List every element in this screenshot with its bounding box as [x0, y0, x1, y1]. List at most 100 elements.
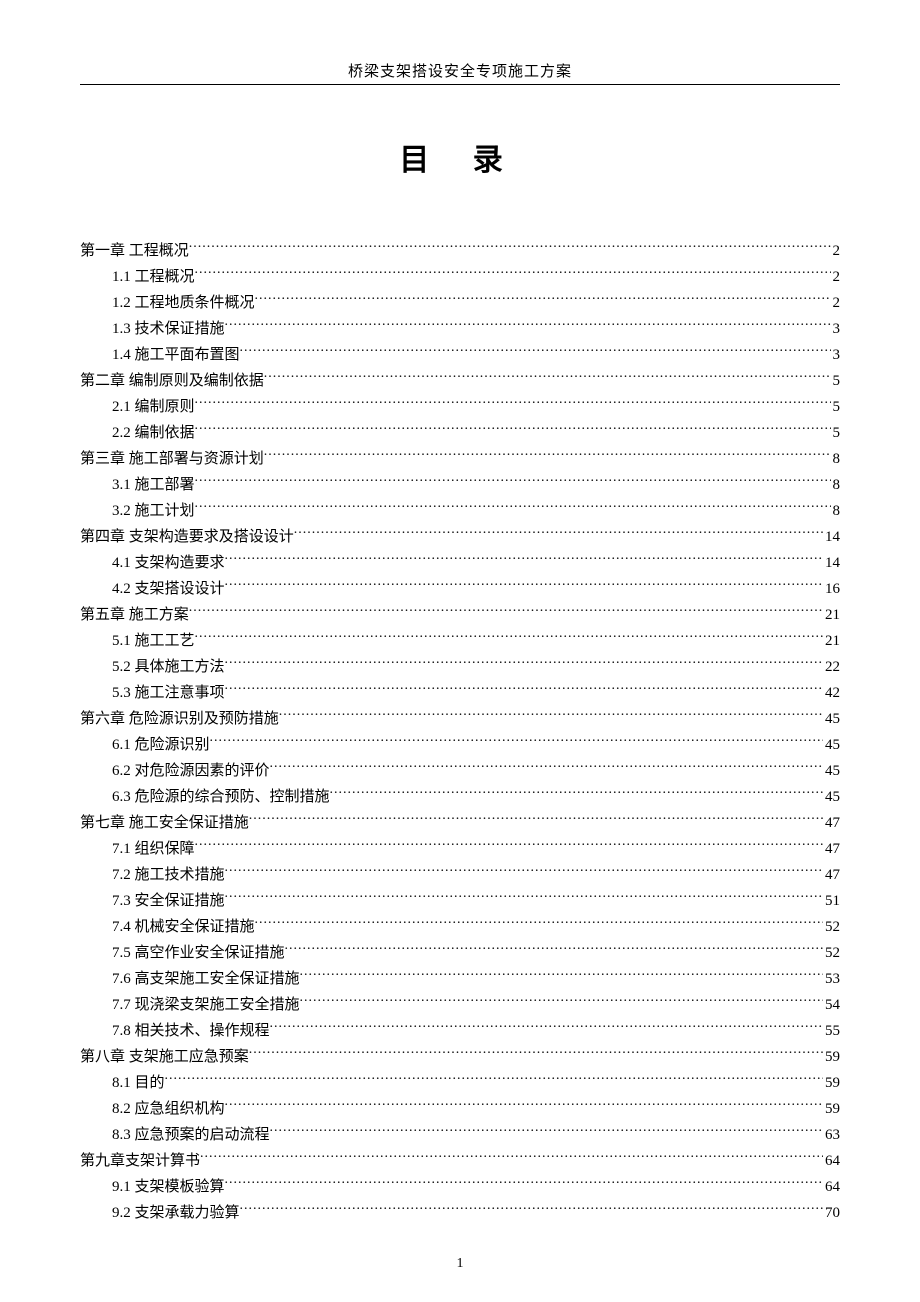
toc-entry-page: 5	[831, 369, 841, 393]
toc-entry: 8.2 应急组织机构 59	[80, 1097, 840, 1121]
toc-entry-label: 第九章支架计算书	[80, 1149, 200, 1173]
document-header: 桥梁支架搭设安全专项施工方案	[80, 60, 840, 85]
toc-entry: 1.4 施工平面布置图3	[80, 343, 840, 367]
toc-entry-label: 1.2 工程地质条件概况	[112, 291, 255, 315]
toc-entry-page: 59	[823, 1097, 840, 1121]
toc-entry-page: 55	[823, 1019, 840, 1043]
toc-entry-page: 45	[823, 733, 840, 757]
toc-entry: 9.1 支架模板验算64	[80, 1175, 840, 1199]
toc-leader-dots	[225, 656, 823, 671]
toc-entry-label: 9.1 支架模板验算	[112, 1175, 225, 1199]
toc-entry-page: 3	[831, 317, 841, 341]
table-of-contents: 第一章 工程概况21.1 工程概况21.2 工程地质条件概况21.3 技术保证措…	[80, 239, 840, 1225]
toc-entry-page: 42	[823, 681, 840, 705]
toc-leader-dots	[195, 838, 823, 853]
toc-leader-dots	[330, 786, 823, 801]
toc-entry: 2.1 编制原则5	[80, 395, 840, 419]
toc-leader-dots	[225, 578, 823, 593]
toc-entry-page: 8	[831, 499, 841, 523]
toc-leader-dots	[294, 526, 823, 541]
toc-leader-dots	[195, 500, 831, 515]
toc-entry: 3.2 施工计划 8	[80, 499, 840, 523]
toc-entry-page: 64	[823, 1149, 840, 1173]
toc-entry-label: 第六章 危险源识别及预防措施	[80, 707, 279, 731]
toc-entry-page: 52	[823, 915, 840, 939]
toc-leader-dots	[195, 630, 823, 645]
toc-entry: 7.6 高支架施工安全保证措施53	[80, 967, 840, 991]
toc-entry-label: 1.1 工程概况	[112, 265, 195, 289]
toc-entry-label: 7.6 高支架施工安全保证措施	[112, 967, 300, 991]
toc-leader-dots	[200, 1150, 823, 1165]
toc-entry-label: 7.3 安全保证措施	[112, 889, 225, 913]
toc-entry-page: 5	[831, 395, 841, 419]
toc-leader-dots	[279, 708, 823, 723]
toc-leader-dots	[300, 994, 823, 1009]
toc-entry: 第六章 危险源识别及预防措施 45	[80, 707, 840, 731]
toc-entry-page: 21	[823, 603, 840, 627]
toc-entry: 1.3 技术保证措施 3	[80, 317, 840, 341]
toc-entry-label: 6.2 对危险源因素的评价	[112, 759, 270, 783]
toc-leader-dots	[240, 1202, 823, 1217]
toc-leader-dots	[270, 760, 823, 775]
toc-entry-label: 7.2 施工技术措施	[112, 863, 225, 887]
toc-entry-page: 2	[831, 265, 841, 289]
toc-leader-dots	[195, 474, 831, 489]
toc-entry-page: 5	[831, 421, 841, 445]
toc-leader-dots	[225, 682, 823, 697]
toc-leader-dots	[189, 240, 831, 255]
toc-entry-page: 59	[823, 1071, 840, 1095]
toc-entry-page: 45	[823, 707, 840, 731]
toc-entry: 1.2 工程地质条件概况2	[80, 291, 840, 315]
toc-leader-dots	[255, 292, 831, 307]
toc-leader-dots	[225, 1176, 823, 1191]
toc-entry: 6.2 对危险源因素的评价 45	[80, 759, 840, 783]
toc-leader-dots	[225, 890, 823, 905]
toc-entry: 5.1 施工工艺 21	[80, 629, 840, 653]
toc-entry-page: 2	[831, 239, 841, 263]
toc-entry-page: 63	[823, 1123, 840, 1147]
toc-entry-label: 1.3 技术保证措施	[112, 317, 225, 341]
toc-leader-dots	[249, 1046, 823, 1061]
toc-entry-label: 7.4 机械安全保证措施	[112, 915, 255, 939]
toc-entry: 6.3 危险源的综合预防、控制措施45	[80, 785, 840, 809]
toc-entry-label: 7.7 现浇梁支架施工安全措施	[112, 993, 300, 1017]
toc-entry-label: 第二章 编制原则及编制依据	[80, 369, 264, 393]
toc-entry: 5.3 施工注意事项42	[80, 681, 840, 705]
toc-leader-dots	[225, 864, 823, 879]
toc-entry-label: 7.1 组织保障	[112, 837, 195, 861]
toc-entry-label: 8.1 目的	[112, 1071, 165, 1095]
toc-leader-dots	[285, 942, 823, 957]
toc-entry-label: 8.2 应急组织机构	[112, 1097, 225, 1121]
toc-entry: 7.1 组织保障47	[80, 837, 840, 861]
toc-entry-label: 9.2 支架承载力验算	[112, 1201, 240, 1225]
toc-entry: 8.3 应急预案的启动流程 63	[80, 1123, 840, 1147]
toc-entry-label: 第三章 施工部署与资源计划	[80, 447, 264, 471]
toc-entry: 7.4 机械安全保证措施 52	[80, 915, 840, 939]
toc-entry-page: 45	[823, 759, 840, 783]
toc-entry-label: 4.2 支架搭设设计	[112, 577, 225, 601]
toc-leader-dots	[195, 422, 831, 437]
toc-entry-page: 47	[823, 863, 840, 887]
toc-leader-dots	[300, 968, 823, 983]
toc-entry-label: 第八章 支架施工应急预案	[80, 1045, 249, 1069]
toc-entry-label: 7.5 高空作业安全保证措施	[112, 941, 285, 965]
toc-entry-label: 5.2 具体施工方法	[112, 655, 225, 679]
toc-entry: 6.1 危险源识别45	[80, 733, 840, 757]
toc-entry-page: 22	[823, 655, 840, 679]
toc-entry-label: 第一章 工程概况	[80, 239, 189, 263]
toc-entry: 第二章 编制原则及编制依据 5	[80, 369, 840, 393]
toc-leader-dots	[270, 1020, 823, 1035]
toc-entry-label: 8.3 应急预案的启动流程	[112, 1123, 270, 1147]
toc-entry: 3.1 施工部署8	[80, 473, 840, 497]
toc-entry: 4.1 支架构造要求14	[80, 551, 840, 575]
toc-leader-dots	[270, 1124, 823, 1139]
toc-entry-page: 21	[823, 629, 840, 653]
toc-leader-dots	[225, 552, 823, 567]
toc-entry: 7.7 现浇梁支架施工安全措施54	[80, 993, 840, 1017]
toc-entry-label: 3.2 施工计划	[112, 499, 195, 523]
toc-entry-label: 5.1 施工工艺	[112, 629, 195, 653]
toc-entry-label: 第七章 施工安全保证措施	[80, 811, 249, 835]
toc-entry: 第一章 工程概况 2	[80, 239, 840, 263]
toc-leader-dots	[225, 1098, 823, 1113]
toc-entry: 7.3 安全保证措施51	[80, 889, 840, 913]
